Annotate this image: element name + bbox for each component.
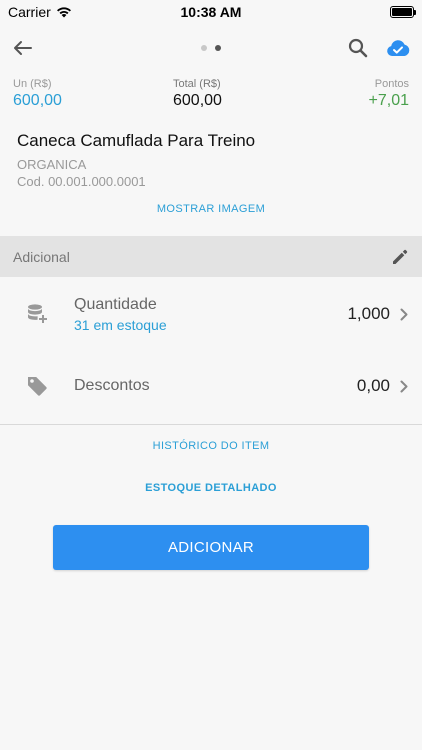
detailed-stock-link[interactable]: ESTOQUE DETALHADO (0, 482, 422, 494)
discounts-label: Descontos (74, 377, 150, 394)
stock-count: 31 em estoque (74, 316, 167, 333)
status-bar: Carrier 10:38 AM (0, 0, 422, 24)
divider (0, 424, 422, 425)
product-brand: ORGANICA (17, 157, 87, 172)
section-title: Adicional (13, 248, 70, 265)
quantity-label: Quantidade (74, 295, 157, 313)
quantity-value: 1,000 (347, 304, 390, 323)
total-price-label: Total (R$) (173, 78, 221, 90)
quantity-row[interactable]: Quantidade 31 em estoque 1,000 (0, 287, 422, 341)
total-price-block: Total (R$) 600,00 (173, 78, 222, 110)
cloud-check-icon[interactable] (386, 39, 410, 57)
discounts-body: Descontos (74, 377, 357, 395)
points-label: Pontos (374, 78, 409, 90)
battery-level (392, 8, 412, 16)
edit-pencil-icon[interactable] (391, 248, 409, 266)
chevron-right-icon (400, 308, 408, 320)
product-info: Caneca Camuflada Para Treino ORGANICA Co… (17, 131, 407, 189)
points-block: Pontos +7,01 (369, 78, 409, 110)
product-code: Cod. 00.001.000.0001 (17, 174, 146, 189)
total-price-value: 600,00 (173, 92, 222, 109)
show-image-link[interactable]: MOSTRAR IMAGEM (0, 203, 422, 215)
nav-bar (0, 30, 422, 66)
unit-price-label: Un (R$) (13, 78, 52, 90)
unit-price-block: Un (R$) 600,00 (13, 78, 62, 110)
page-dot-1 (201, 45, 207, 51)
back-arrow-icon[interactable] (12, 40, 32, 56)
nav-actions (348, 38, 410, 58)
add-button[interactable]: ADICIONAR (53, 525, 369, 570)
discounts-value: 0,00 (356, 376, 390, 395)
unit-price-value[interactable]: 600,00 (13, 92, 62, 110)
product-name: Caneca Camuflada Para Treino (17, 131, 256, 150)
battery-icon (390, 6, 416, 18)
item-history-link[interactable]: HISTÓRICO DO ITEM (0, 440, 422, 452)
totals-bar: Un (R$) 600,00 Total (R$) 600,00 Pontos … (0, 78, 422, 114)
quantity-body: Quantidade 31 em estoque (74, 296, 347, 333)
chevron-right-icon (400, 380, 408, 392)
search-icon[interactable] (348, 38, 368, 58)
database-add-icon (24, 301, 50, 327)
discounts-row[interactable]: Descontos 0,00 (0, 362, 422, 410)
price-tag-icon (24, 373, 50, 399)
page-dot-2 (215, 45, 221, 51)
points-value: +7,01 (368, 92, 409, 109)
status-time: 10:38 AM (180, 4, 242, 20)
section-header-additional: Adicional (0, 236, 422, 277)
